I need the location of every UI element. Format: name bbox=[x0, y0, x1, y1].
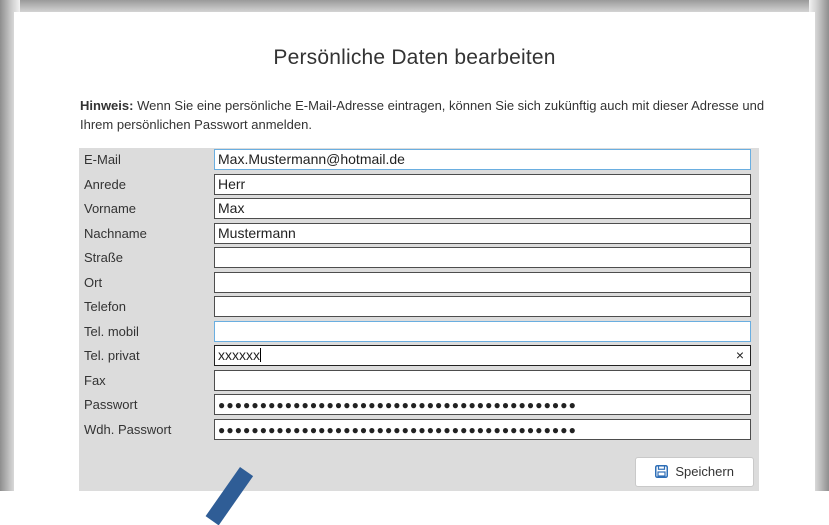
row-salutation: Anrede Herr bbox=[79, 173, 759, 197]
lastname-field[interactable]: Mustermann bbox=[214, 223, 751, 244]
salutation-label: Anrede bbox=[84, 177, 126, 192]
edit-personal-data-dialog: Persönliche Daten bearbeiten Hinweis: We… bbox=[14, 12, 815, 525]
row-lastname: Nachname Mustermann bbox=[79, 222, 759, 246]
row-street: Straße bbox=[79, 246, 759, 270]
row-mobile: Tel. mobil bbox=[79, 320, 759, 344]
city-label: Ort bbox=[84, 275, 103, 290]
city-field[interactable] bbox=[214, 272, 751, 293]
row-password-repeat: Wdh. Passwort ●●●●●●●●●●●●●●●●●●●●●●●●●●… bbox=[79, 418, 759, 442]
row-fax: Fax bbox=[79, 369, 759, 393]
hint-text: Hinweis: Wenn Sie eine persönliche E-Mai… bbox=[80, 96, 770, 134]
text-caret bbox=[260, 348, 261, 362]
email-label: E-Mail bbox=[84, 152, 121, 167]
street-field[interactable] bbox=[214, 247, 751, 268]
row-password: Passwort ●●●●●●●●●●●●●●●●●●●●●●●●●●●●●●●… bbox=[79, 393, 759, 417]
private-phone-value: xxxxxx bbox=[218, 347, 260, 363]
fax-label: Fax bbox=[84, 373, 106, 388]
fax-field[interactable] bbox=[214, 370, 751, 391]
private-phone-label: Tel. privat bbox=[84, 348, 140, 363]
phone-label: Telefon bbox=[84, 299, 126, 314]
phone-field[interactable] bbox=[214, 296, 751, 317]
personal-data-form: E-Mail Max.Mustermann@hotmail.de Anrede … bbox=[79, 148, 759, 491]
firstname-field[interactable]: Max bbox=[214, 198, 751, 219]
row-private-phone: Tel. privat xxxxxx × bbox=[79, 344, 759, 368]
salutation-field[interactable]: Herr bbox=[214, 174, 751, 195]
floppy-disk-icon bbox=[655, 465, 671, 479]
row-email: E-Mail Max.Mustermann@hotmail.de bbox=[79, 148, 759, 172]
private-phone-field[interactable]: xxxxxx × bbox=[214, 345, 751, 366]
clear-icon[interactable]: × bbox=[736, 346, 744, 365]
row-phone: Telefon bbox=[79, 295, 759, 319]
page-title: Persönliche Daten bearbeiten bbox=[273, 46, 556, 69]
mobile-label: Tel. mobil bbox=[84, 324, 139, 339]
hint-label: Hinweis: bbox=[80, 98, 134, 113]
password-repeat-label: Wdh. Passwort bbox=[84, 422, 172, 437]
password-label: Passwort bbox=[84, 397, 138, 412]
save-button-label: Speichern bbox=[675, 464, 734, 479]
mobile-field[interactable] bbox=[214, 321, 751, 342]
password-field[interactable]: ●●●●●●●●●●●●●●●●●●●●●●●●●●●●●●●●●●●●●●●●… bbox=[214, 394, 751, 415]
email-field[interactable]: Max.Mustermann@hotmail.de bbox=[214, 149, 751, 170]
save-button[interactable]: Speichern bbox=[635, 457, 754, 487]
hint-body: Wenn Sie eine persönliche E-Mail-Adresse… bbox=[80, 98, 765, 132]
row-firstname: Vorname Max bbox=[79, 197, 759, 221]
row-city: Ort bbox=[79, 271, 759, 295]
street-label: Straße bbox=[84, 250, 124, 265]
firstname-label: Vorname bbox=[84, 201, 137, 216]
lastname-label: Nachname bbox=[84, 226, 147, 241]
password-repeat-field[interactable]: ●●●●●●●●●●●●●●●●●●●●●●●●●●●●●●●●●●●●●●●●… bbox=[214, 419, 751, 440]
